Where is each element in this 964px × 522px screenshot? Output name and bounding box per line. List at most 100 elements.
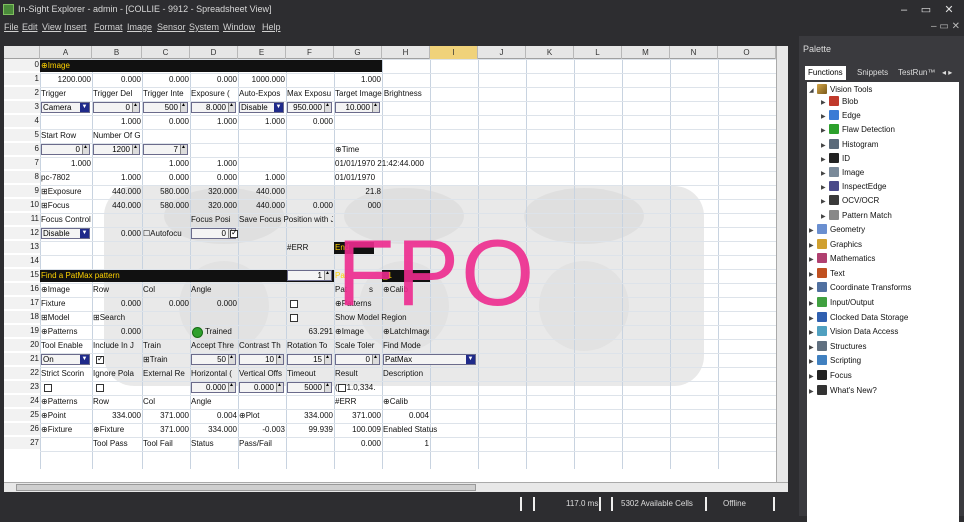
cell[interactable]: 320.000	[191, 186, 237, 198]
cell[interactable]: Angle	[191, 284, 237, 296]
tree-item-vision-id[interactable]: ▶ ID	[821, 152, 850, 165]
minimize-button[interactable]: –	[893, 2, 915, 18]
row-header[interactable]: 1	[4, 73, 40, 85]
cell[interactable]: Start Row	[41, 130, 91, 142]
cell[interactable]: ⊕Calib	[383, 396, 429, 408]
spinner-arrows-icon[interactable]: ▲▼	[228, 355, 235, 364]
spinner-arrows-icon[interactable]: ▲▼	[82, 145, 89, 154]
tree-item-vision-inspectedge[interactable]: ▶ InspectEdge	[821, 181, 886, 193]
cell[interactable]: 99.939	[287, 424, 333, 436]
menu-sensor[interactable]: Sensor	[157, 22, 186, 32]
spinner-arrows-icon[interactable]: ▲▼	[324, 355, 331, 364]
cell[interactable]: Trigger	[41, 88, 91, 100]
expand-arrow-icon[interactable]: ▶	[821, 211, 829, 223]
cell[interactable]: ⊕Fixture	[41, 424, 91, 436]
spinner-arrows-icon[interactable]: ▲▼	[228, 383, 235, 392]
cell[interactable]: 371.000	[143, 424, 189, 436]
cell-spinner[interactable]: 10▲▼	[239, 354, 284, 365]
row-header[interactable]: 21	[4, 353, 40, 365]
cell[interactable]: 371.000	[335, 410, 381, 422]
tree-item-vision-pattern-match[interactable]: ▶ Pattern Match	[821, 209, 892, 223]
row-header[interactable]: 27	[4, 437, 40, 449]
cell[interactable]: Auto-Expos	[239, 88, 285, 100]
cell[interactable]: Scale Toler	[335, 340, 381, 352]
cell-spinner[interactable]: 15▲▼	[287, 354, 332, 365]
cell[interactable]: 0.000	[143, 172, 189, 184]
collapse-arrow-icon[interactable]: ◢	[809, 85, 817, 97]
menu-insert[interactable]: Insert	[64, 22, 87, 32]
cell[interactable]: 1.000	[191, 158, 237, 170]
row-header[interactable]: 9	[4, 185, 40, 197]
cell-dropdown[interactable]: Camera ▼	[41, 102, 90, 113]
cell[interactable]: #ERR	[287, 242, 333, 254]
cell[interactable]: 334.000	[287, 410, 333, 422]
col-header-g[interactable]: G	[334, 46, 382, 59]
cell[interactable]: Fixture	[41, 298, 91, 310]
cell-checkbox[interactable]	[96, 384, 104, 392]
cell-checkbox[interactable]	[96, 354, 104, 364]
expand-arrow-icon[interactable]: ▶	[821, 125, 829, 137]
menu-format[interactable]: Format	[94, 22, 123, 32]
col-header-b[interactable]: B	[92, 46, 142, 59]
cell[interactable]: ⊕Patterns	[41, 396, 91, 408]
cell[interactable]: Ignore Pola	[93, 368, 141, 380]
tree-item-vision-edge[interactable]: ▶ Edge	[821, 110, 861, 122]
tree-item-structures[interactable]: ▶ Structures	[809, 340, 866, 353]
row-header[interactable]: 13	[4, 241, 40, 253]
col-header-o[interactable]: O	[718, 46, 776, 59]
cell-checkbox[interactable]	[290, 314, 298, 322]
cell[interactable]: ⊞Focus	[41, 200, 91, 212]
tree-item-input-output[interactable]: ▶ Input/Output	[809, 297, 874, 309]
cell[interactable]: ⊕Image	[335, 326, 381, 338]
cell[interactable]: 580.000	[143, 200, 189, 212]
cell[interactable]: Col	[143, 284, 189, 296]
cell[interactable]: 0.000	[287, 200, 333, 212]
spinner-arrows-icon[interactable]: ▲▼	[276, 355, 283, 364]
cell[interactable]: 1.000	[191, 116, 237, 128]
cell[interactable]: 0.000	[93, 228, 141, 240]
cell[interactable]: External Re	[143, 368, 189, 380]
cell[interactable]: 0.000	[143, 298, 189, 310]
horizontal-scrollbar[interactable]	[4, 482, 788, 492]
cell-spinner[interactable]: 50▲▼	[191, 354, 236, 365]
cell[interactable]: 0.000	[191, 74, 237, 86]
menu-edit[interactable]: Edit	[22, 22, 38, 32]
row-header[interactable]: 14	[4, 255, 40, 267]
spreadsheet[interactable]: A B C D E F G H I J K L M N O 0123456789…	[4, 46, 788, 482]
cell[interactable]: 0.000	[335, 438, 381, 450]
cell[interactable]: Trained	[205, 326, 251, 338]
cell[interactable]: 1.000	[239, 172, 285, 184]
corner-cell[interactable]	[4, 46, 40, 59]
cell[interactable]: Status	[191, 438, 237, 450]
col-header-k[interactable]: K	[526, 46, 574, 59]
cell[interactable]: 0.004	[383, 410, 429, 422]
cell[interactable]: Train	[143, 340, 189, 352]
tree-item-mathematics[interactable]: ▶ Mathematics	[809, 253, 875, 265]
cell[interactable]: 334.000	[191, 424, 237, 436]
row-header[interactable]: 7	[4, 157, 40, 169]
col-header-n[interactable]: N	[670, 46, 718, 59]
cell[interactable]: 0.000	[93, 74, 141, 86]
cell[interactable]: 1.000	[41, 158, 91, 170]
cell[interactable]: ⊕Image	[41, 60, 91, 72]
row-header[interactable]: 3	[4, 101, 40, 113]
cell[interactable]: 100.009	[335, 424, 381, 436]
row-header[interactable]: 26	[4, 423, 40, 435]
menu-window[interactable]: Window	[223, 22, 255, 32]
cell-spinner[interactable]: 0▲▼	[93, 102, 140, 113]
tree-item-geometry[interactable]: ▶ Geometry	[809, 224, 865, 236]
row-header[interactable]: 23	[4, 381, 40, 393]
expand-arrow-icon[interactable]: ▶	[809, 283, 817, 295]
cell[interactable]: Angle	[191, 396, 237, 408]
cell[interactable]: ⊕Patterns	[41, 326, 91, 338]
cell[interactable]: 0.000	[143, 74, 189, 86]
cell[interactable]: Timeout	[287, 368, 333, 380]
cell[interactable]: Pass/Fail	[239, 438, 285, 450]
cell[interactable]: 21.8	[335, 186, 381, 198]
cell[interactable]: pc-7802	[41, 172, 91, 184]
cell[interactable]: Trigger Del	[93, 88, 141, 100]
cell-checkbox[interactable]	[338, 384, 346, 392]
row-header[interactable]: 24	[4, 395, 40, 407]
menu-view[interactable]: View	[42, 22, 61, 32]
cell[interactable]: Tool Fail	[143, 438, 189, 450]
